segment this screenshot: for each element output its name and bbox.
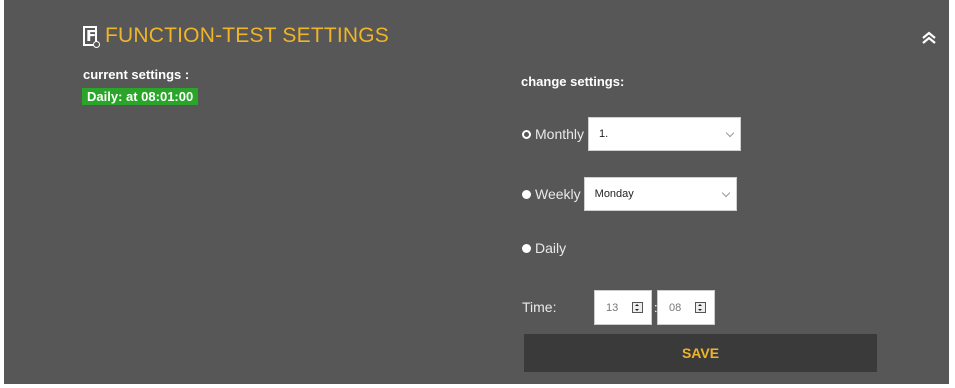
hour-value: 13 bbox=[606, 301, 619, 314]
weekly-day-select[interactable]: Monday bbox=[583, 177, 737, 211]
chevron-down-icon bbox=[721, 188, 730, 198]
minute-stepper[interactable]: 08 bbox=[657, 290, 715, 325]
page-title: FUNCTION-TEST SETTINGS bbox=[105, 24, 390, 47]
monthly-radio[interactable] bbox=[522, 129, 531, 139]
function-test-icon: F bbox=[83, 26, 100, 48]
panel-header: F FUNCTION-TEST SETTINGS bbox=[83, 22, 389, 50]
chevron-down-icon bbox=[725, 128, 735, 138]
daily-label[interactable]: Daily bbox=[535, 240, 566, 256]
save-button[interactable]: SAVE bbox=[524, 334, 877, 372]
monthly-day-value: 1. bbox=[599, 128, 609, 140]
change-settings-label: change settings: bbox=[521, 74, 625, 89]
daily-radio[interactable] bbox=[522, 243, 531, 253]
settings-panel: F FUNCTION-TEST SETTINGS current setting… bbox=[4, 0, 949, 384]
hour-stepper[interactable]: 13 bbox=[594, 290, 652, 325]
double-chevron-up-icon[interactable] bbox=[919, 28, 939, 48]
daily-option: Daily bbox=[522, 240, 566, 256]
weekly-day-value: Monday bbox=[594, 188, 634, 200]
current-settings-badge: Daily: at 08:01:00 bbox=[82, 88, 199, 105]
current-settings-label: current settings : bbox=[83, 67, 190, 82]
monthly-label[interactable]: Monthly bbox=[535, 126, 584, 142]
weekly-option: Weekly Monday bbox=[522, 177, 737, 211]
weekly-radio[interactable] bbox=[522, 189, 531, 199]
time-label: Time: bbox=[522, 299, 557, 315]
stepper-arrows-icon[interactable] bbox=[695, 302, 706, 313]
monthly-day-select[interactable]: 1. bbox=[588, 117, 742, 151]
monthly-option: Monthly 1. bbox=[522, 117, 742, 151]
minute-value: 08 bbox=[669, 301, 682, 314]
weekly-label[interactable]: Weekly bbox=[535, 186, 581, 202]
stepper-arrows-icon[interactable] bbox=[632, 302, 643, 313]
